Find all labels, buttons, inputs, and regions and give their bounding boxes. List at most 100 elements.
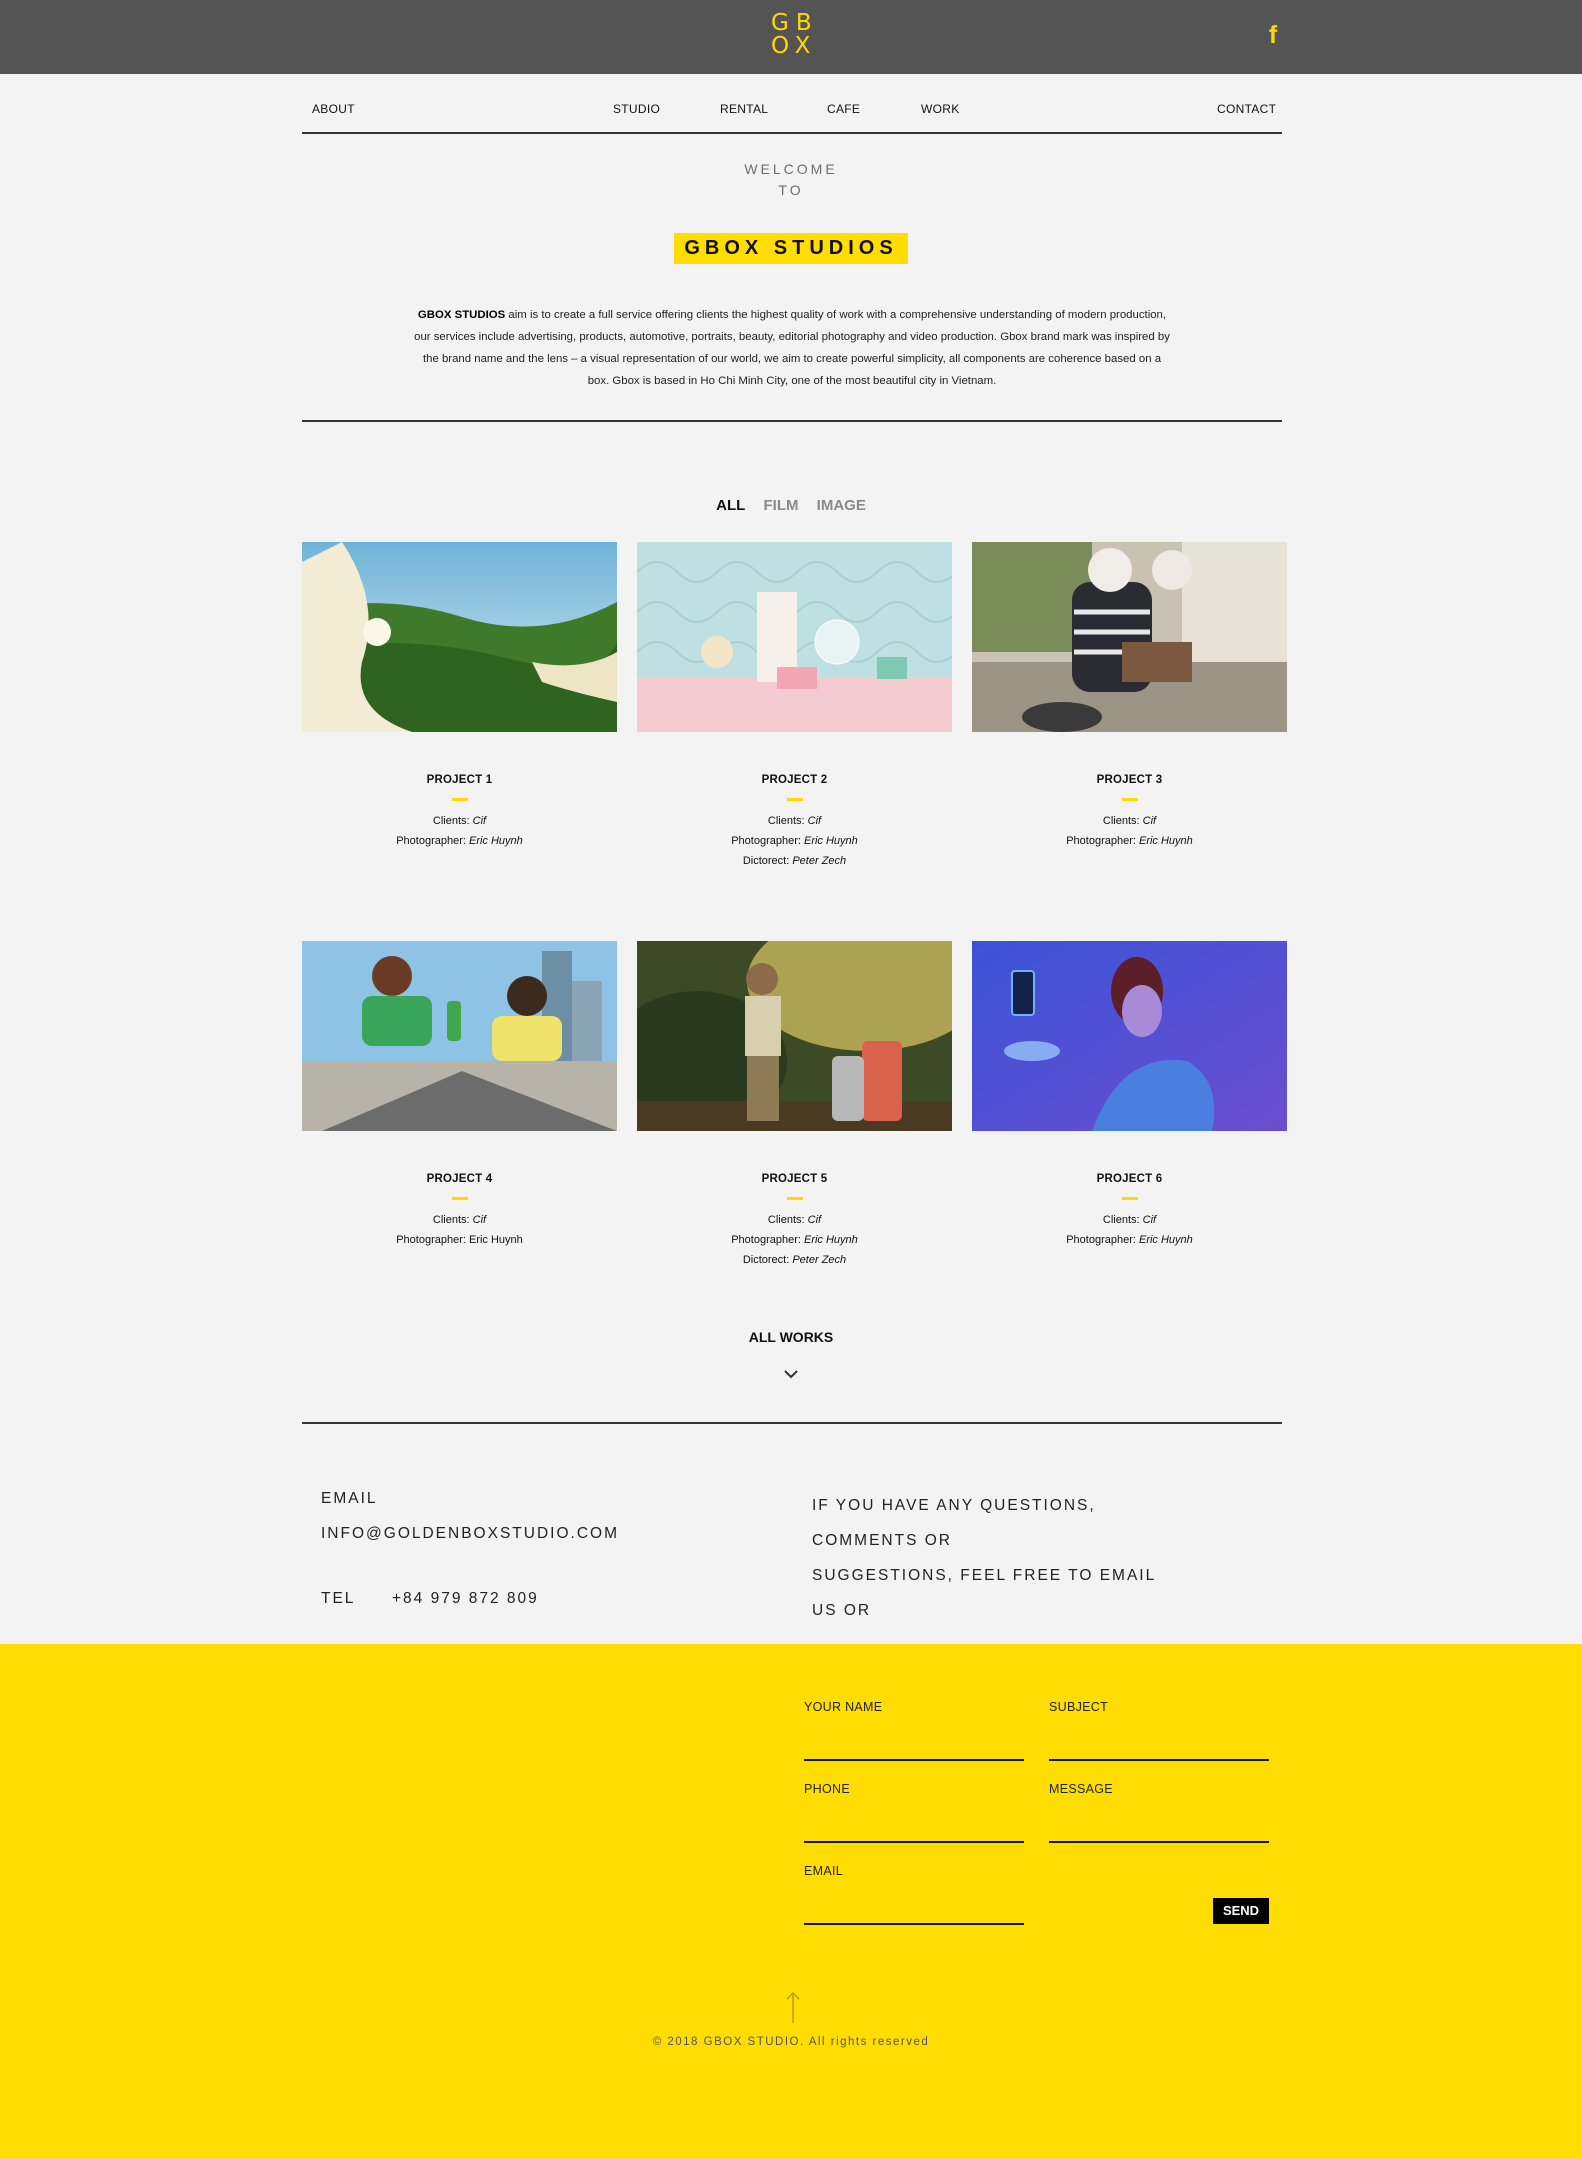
clients-value: Cif	[807, 815, 822, 827]
message-input[interactable]	[1049, 1815, 1269, 1843]
photographer-value: Eric Huynh	[468, 835, 523, 847]
all-works-link[interactable]: ALL WORKS	[0, 1329, 1582, 1345]
project-image[interactable]	[972, 542, 1287, 732]
name-label: YOUR NAME	[804, 1700, 883, 1714]
subject-label: SUBJECT	[1049, 1700, 1109, 1714]
email-label: EMAIL	[321, 1490, 378, 1507]
project-image[interactable]	[637, 941, 952, 1131]
project-title: PROJECT 4	[426, 1173, 493, 1185]
welcome-to-line: TO	[778, 182, 804, 198]
project-card[interactable]: PROJECT 1 Clients: Cif Photographer: Eri…	[302, 542, 617, 851]
question-line: US OR	[812, 1602, 872, 1619]
project-clients: Clients: Cif	[637, 1210, 952, 1230]
project-image[interactable]	[637, 542, 952, 732]
contact-footer	[0, 1644, 1582, 2159]
nav-rental[interactable]: RENTAL	[720, 102, 768, 116]
question-line: IF YOU HAVE ANY QUESTIONS,	[812, 1497, 1096, 1514]
nav-contact[interactable]: CONTACT	[1217, 102, 1276, 116]
phone-input[interactable]	[804, 1815, 1024, 1843]
clients-value: Cif	[1142, 1214, 1157, 1226]
portfolio-filters: ALL FILM IMAGE	[0, 497, 1582, 514]
send-button[interactable]: SEND	[1213, 1898, 1269, 1924]
logo-top: GB	[771, 10, 819, 36]
name-input[interactable]	[804, 1733, 1024, 1761]
photographer-label: Photographer:	[731, 835, 804, 847]
project-dash	[451, 798, 468, 801]
photographer-label: Photographer:	[1066, 835, 1139, 847]
project-photographer: Photographer: Eric Huynh	[972, 1230, 1287, 1250]
gbox-logo[interactable]: GB OX	[771, 12, 817, 60]
title-wrap: GBOX STUDIOS	[0, 233, 1582, 264]
project-dictorect: Dictorect: Peter Zech	[637, 1250, 952, 1270]
project-image[interactable]	[972, 941, 1287, 1131]
filter-all[interactable]: ALL	[716, 497, 745, 514]
photographer-value: Eric Huynh	[468, 1234, 523, 1246]
project-card[interactable]: PROJECT 2 Clients: Cif Photographer: Eri…	[637, 542, 952, 871]
project-photographer: Photographer: Eric Huynh	[637, 831, 952, 851]
filter-image[interactable]: IMAGE	[817, 497, 866, 514]
nav-about[interactable]: ABOUT	[312, 102, 355, 116]
project-dash	[786, 1197, 803, 1200]
project-dash	[1121, 1197, 1138, 1200]
top-bar: GB OX f	[0, 0, 1582, 74]
main-nav: ABOUT STUDIO RENTAL CAFE WORK CONTACT	[302, 96, 1282, 134]
email-input[interactable]	[804, 1897, 1024, 1925]
clients-label: Clients:	[432, 1214, 473, 1226]
facebook-icon[interactable]: f	[1263, 20, 1283, 50]
project-image[interactable]	[302, 941, 617, 1131]
clients-label: Clients:	[1102, 1214, 1143, 1226]
clients-value: Cif	[472, 815, 487, 827]
project-image[interactable]	[302, 542, 617, 732]
project-card[interactable]: PROJECT 6 Clients: Cif Photographer: Eri…	[972, 941, 1287, 1250]
photographer-value: Eric Huynh	[803, 1234, 858, 1246]
project-card[interactable]: PROJECT 3 Clients: Cif Photographer: Eri…	[972, 542, 1287, 851]
project-title: PROJECT 3	[1096, 774, 1163, 786]
clients-label: Clients:	[767, 815, 808, 827]
project-clients: Clients: Cif	[637, 811, 952, 831]
clients-label: Clients:	[767, 1214, 808, 1226]
question-line: COMMENTS OR	[812, 1532, 952, 1549]
divider	[302, 420, 1282, 422]
tel-number[interactable]: +84 979 872 809	[392, 1590, 539, 1608]
message-label: MESSAGE	[1049, 1782, 1113, 1796]
clients-value: Cif	[1142, 815, 1157, 827]
clients-label: Clients:	[432, 815, 473, 827]
intro-paragraph: GBOX STUDIOS aim is to create a full ser…	[412, 304, 1172, 392]
clients-value: Cif	[472, 1214, 487, 1226]
project-clients: Clients: Cif	[302, 811, 617, 831]
question-line: SUGGESTIONS, FEEL FREE TO EMAIL	[812, 1567, 1157, 1584]
nav-cafe[interactable]: CAFE	[827, 102, 860, 116]
clients-value: Cif	[807, 1214, 822, 1226]
copyright: © 2018 GBOX STUDIO. All rights reserved	[652, 2036, 930, 2048]
welcome-line: WELCOME	[744, 161, 838, 177]
project-card[interactable]: PROJECT 5 Clients: Cif Photographer: Eri…	[637, 941, 952, 1270]
contact-questions: IF YOU HAVE ANY QUESTIONS, COMMENTS OR S…	[812, 1488, 1172, 1628]
photographer-value: Eric Huynh	[1138, 1234, 1193, 1246]
project-title: PROJECT 6	[1096, 1173, 1163, 1185]
project-card[interactable]: PROJECT 4 Clients: Cif Photographer: Eri…	[302, 941, 617, 1250]
phone-label: PHONE	[804, 1782, 850, 1796]
photographer-value: Eric Huynh	[1138, 835, 1193, 847]
nav-studio[interactable]: STUDIO	[613, 102, 660, 116]
arrow-up-icon[interactable]	[783, 1990, 803, 2024]
dictorect-label: Dictorect:	[742, 1254, 793, 1266]
project-clients: Clients: Cif	[302, 1210, 617, 1230]
project-dash	[451, 1197, 468, 1200]
intro-text: aim is to create a full service offering…	[414, 309, 1170, 387]
logo-bottom: OX	[771, 33, 818, 59]
filter-film[interactable]: FILM	[764, 497, 799, 514]
project-dash	[786, 798, 803, 801]
chevron-down-icon[interactable]	[783, 1366, 799, 1382]
project-clients: Clients: Cif	[972, 1210, 1287, 1230]
project-clients: Clients: Cif	[972, 811, 1287, 831]
photographer-label: Photographer:	[396, 1234, 469, 1246]
project-title: PROJECT 5	[761, 1173, 828, 1185]
project-dash	[1121, 798, 1138, 801]
nav-work[interactable]: WORK	[921, 102, 960, 116]
project-photographer: Photographer: Eric Huynh	[637, 1230, 952, 1250]
email-link[interactable]: INFO@GOLDENBOXSTUDIO.COM	[321, 1525, 619, 1543]
project-title: PROJECT 1	[426, 774, 493, 786]
project-dictorect: Dictorect: Peter Zech	[637, 851, 952, 871]
subject-input[interactable]	[1049, 1733, 1269, 1761]
dictorect-value: Peter Zech	[792, 1254, 847, 1266]
